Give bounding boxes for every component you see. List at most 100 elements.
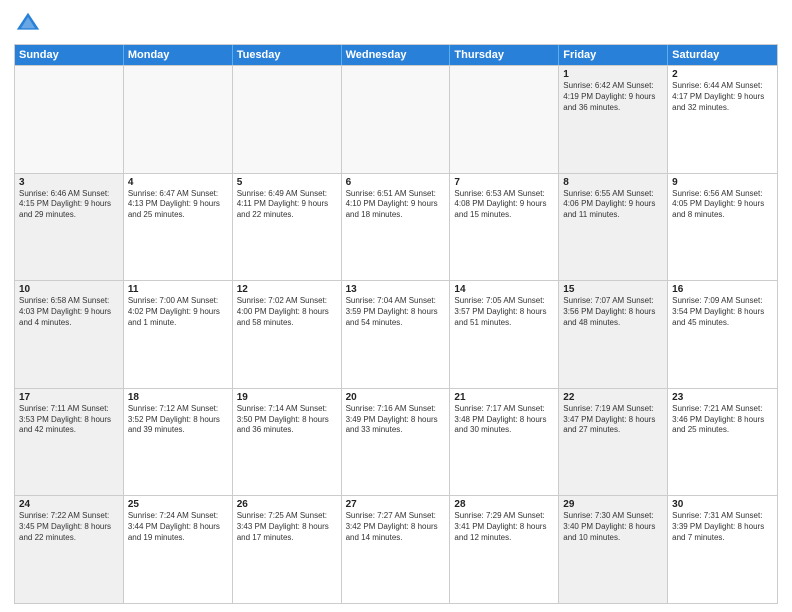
calendar-cell-21: 21Sunrise: 7:17 AM Sunset: 3:48 PM Dayli… — [450, 389, 559, 496]
calendar-cell-6: 6Sunrise: 6:51 AM Sunset: 4:10 PM Daylig… — [342, 174, 451, 281]
logo-icon — [14, 10, 42, 38]
calendar-cell-8: 8Sunrise: 6:55 AM Sunset: 4:06 PM Daylig… — [559, 174, 668, 281]
day-number: 22 — [563, 392, 663, 403]
day-number: 11 — [128, 284, 228, 295]
header-day-wednesday: Wednesday — [342, 45, 451, 65]
calendar-row-1: 1Sunrise: 6:42 AM Sunset: 4:19 PM Daylig… — [15, 65, 777, 173]
day-number: 18 — [128, 392, 228, 403]
day-detail: Sunrise: 6:58 AM Sunset: 4:03 PM Dayligh… — [19, 296, 119, 328]
day-detail: Sunrise: 6:51 AM Sunset: 4:10 PM Dayligh… — [346, 189, 446, 221]
day-number: 24 — [19, 499, 119, 510]
day-detail: Sunrise: 7:16 AM Sunset: 3:49 PM Dayligh… — [346, 404, 446, 436]
day-number: 4 — [128, 177, 228, 188]
day-detail: Sunrise: 6:53 AM Sunset: 4:08 PM Dayligh… — [454, 189, 554, 221]
day-number: 9 — [672, 177, 773, 188]
day-number: 23 — [672, 392, 773, 403]
day-number: 6 — [346, 177, 446, 188]
calendar-cell-empty-3 — [342, 66, 451, 173]
calendar-cell-29: 29Sunrise: 7:30 AM Sunset: 3:40 PM Dayli… — [559, 496, 668, 603]
calendar-cell-25: 25Sunrise: 7:24 AM Sunset: 3:44 PM Dayli… — [124, 496, 233, 603]
calendar-cell-13: 13Sunrise: 7:04 AM Sunset: 3:59 PM Dayli… — [342, 281, 451, 388]
calendar-cell-11: 11Sunrise: 7:00 AM Sunset: 4:02 PM Dayli… — [124, 281, 233, 388]
day-number: 10 — [19, 284, 119, 295]
calendar-cell-empty-0 — [15, 66, 124, 173]
day-number: 17 — [19, 392, 119, 403]
day-detail: Sunrise: 7:31 AM Sunset: 3:39 PM Dayligh… — [672, 511, 773, 543]
header-day-sunday: Sunday — [15, 45, 124, 65]
day-number: 29 — [563, 499, 663, 510]
day-number: 19 — [237, 392, 337, 403]
logo — [14, 10, 46, 38]
calendar-cell-12: 12Sunrise: 7:02 AM Sunset: 4:00 PM Dayli… — [233, 281, 342, 388]
calendar-cell-16: 16Sunrise: 7:09 AM Sunset: 3:54 PM Dayli… — [668, 281, 777, 388]
header-day-friday: Friday — [559, 45, 668, 65]
day-detail: Sunrise: 7:21 AM Sunset: 3:46 PM Dayligh… — [672, 404, 773, 436]
calendar-cell-30: 30Sunrise: 7:31 AM Sunset: 3:39 PM Dayli… — [668, 496, 777, 603]
day-detail: Sunrise: 7:11 AM Sunset: 3:53 PM Dayligh… — [19, 404, 119, 436]
day-number: 7 — [454, 177, 554, 188]
calendar-cell-27: 27Sunrise: 7:27 AM Sunset: 3:42 PM Dayli… — [342, 496, 451, 603]
day-detail: Sunrise: 7:07 AM Sunset: 3:56 PM Dayligh… — [563, 296, 663, 328]
day-number: 21 — [454, 392, 554, 403]
calendar-cell-10: 10Sunrise: 6:58 AM Sunset: 4:03 PM Dayli… — [15, 281, 124, 388]
day-number: 20 — [346, 392, 446, 403]
calendar-cell-empty-1 — [124, 66, 233, 173]
header — [14, 10, 778, 38]
calendar-header: SundayMondayTuesdayWednesdayThursdayFrid… — [15, 45, 777, 65]
day-number: 28 — [454, 499, 554, 510]
calendar-cell-7: 7Sunrise: 6:53 AM Sunset: 4:08 PM Daylig… — [450, 174, 559, 281]
day-detail: Sunrise: 7:19 AM Sunset: 3:47 PM Dayligh… — [563, 404, 663, 436]
header-day-thursday: Thursday — [450, 45, 559, 65]
day-detail: Sunrise: 6:55 AM Sunset: 4:06 PM Dayligh… — [563, 189, 663, 221]
day-detail: Sunrise: 6:49 AM Sunset: 4:11 PM Dayligh… — [237, 189, 337, 221]
day-detail: Sunrise: 7:30 AM Sunset: 3:40 PM Dayligh… — [563, 511, 663, 543]
calendar-cell-4: 4Sunrise: 6:47 AM Sunset: 4:13 PM Daylig… — [124, 174, 233, 281]
calendar-cell-22: 22Sunrise: 7:19 AM Sunset: 3:47 PM Dayli… — [559, 389, 668, 496]
calendar-cell-18: 18Sunrise: 7:12 AM Sunset: 3:52 PM Dayli… — [124, 389, 233, 496]
day-number: 12 — [237, 284, 337, 295]
day-detail: Sunrise: 7:05 AM Sunset: 3:57 PM Dayligh… — [454, 296, 554, 328]
day-number: 13 — [346, 284, 446, 295]
day-detail: Sunrise: 7:29 AM Sunset: 3:41 PM Dayligh… — [454, 511, 554, 543]
page: SundayMondayTuesdayWednesdayThursdayFrid… — [0, 0, 792, 612]
day-number: 30 — [672, 499, 773, 510]
day-number: 14 — [454, 284, 554, 295]
day-detail: Sunrise: 7:22 AM Sunset: 3:45 PM Dayligh… — [19, 511, 119, 543]
calendar-cell-26: 26Sunrise: 7:25 AM Sunset: 3:43 PM Dayli… — [233, 496, 342, 603]
day-number: 1 — [563, 69, 663, 80]
day-detail: Sunrise: 7:24 AM Sunset: 3:44 PM Dayligh… — [128, 511, 228, 543]
calendar-cell-15: 15Sunrise: 7:07 AM Sunset: 3:56 PM Dayli… — [559, 281, 668, 388]
calendar-cell-24: 24Sunrise: 7:22 AM Sunset: 3:45 PM Dayli… — [15, 496, 124, 603]
day-detail: Sunrise: 7:17 AM Sunset: 3:48 PM Dayligh… — [454, 404, 554, 436]
day-detail: Sunrise: 7:02 AM Sunset: 4:00 PM Dayligh… — [237, 296, 337, 328]
calendar-cell-28: 28Sunrise: 7:29 AM Sunset: 3:41 PM Dayli… — [450, 496, 559, 603]
day-detail: Sunrise: 6:44 AM Sunset: 4:17 PM Dayligh… — [672, 81, 773, 113]
day-detail: Sunrise: 7:04 AM Sunset: 3:59 PM Dayligh… — [346, 296, 446, 328]
day-detail: Sunrise: 6:56 AM Sunset: 4:05 PM Dayligh… — [672, 189, 773, 221]
calendar-row-3: 10Sunrise: 6:58 AM Sunset: 4:03 PM Dayli… — [15, 280, 777, 388]
header-day-tuesday: Tuesday — [233, 45, 342, 65]
calendar-cell-empty-4 — [450, 66, 559, 173]
calendar-cell-empty-2 — [233, 66, 342, 173]
day-number: 2 — [672, 69, 773, 80]
calendar-body: 1Sunrise: 6:42 AM Sunset: 4:19 PM Daylig… — [15, 65, 777, 603]
calendar-cell-20: 20Sunrise: 7:16 AM Sunset: 3:49 PM Dayli… — [342, 389, 451, 496]
calendar-cell-17: 17Sunrise: 7:11 AM Sunset: 3:53 PM Dayli… — [15, 389, 124, 496]
day-number: 27 — [346, 499, 446, 510]
day-detail: Sunrise: 6:47 AM Sunset: 4:13 PM Dayligh… — [128, 189, 228, 221]
day-detail: Sunrise: 6:46 AM Sunset: 4:15 PM Dayligh… — [19, 189, 119, 221]
calendar-cell-5: 5Sunrise: 6:49 AM Sunset: 4:11 PM Daylig… — [233, 174, 342, 281]
calendar-row-4: 17Sunrise: 7:11 AM Sunset: 3:53 PM Dayli… — [15, 388, 777, 496]
calendar-row-2: 3Sunrise: 6:46 AM Sunset: 4:15 PM Daylig… — [15, 173, 777, 281]
header-day-saturday: Saturday — [668, 45, 777, 65]
calendar-cell-2: 2Sunrise: 6:44 AM Sunset: 4:17 PM Daylig… — [668, 66, 777, 173]
day-detail: Sunrise: 7:00 AM Sunset: 4:02 PM Dayligh… — [128, 296, 228, 328]
day-number: 25 — [128, 499, 228, 510]
day-detail: Sunrise: 7:27 AM Sunset: 3:42 PM Dayligh… — [346, 511, 446, 543]
day-detail: Sunrise: 7:12 AM Sunset: 3:52 PM Dayligh… — [128, 404, 228, 436]
calendar-cell-19: 19Sunrise: 7:14 AM Sunset: 3:50 PM Dayli… — [233, 389, 342, 496]
day-number: 15 — [563, 284, 663, 295]
day-detail: Sunrise: 7:09 AM Sunset: 3:54 PM Dayligh… — [672, 296, 773, 328]
calendar-cell-14: 14Sunrise: 7:05 AM Sunset: 3:57 PM Dayli… — [450, 281, 559, 388]
day-number: 3 — [19, 177, 119, 188]
